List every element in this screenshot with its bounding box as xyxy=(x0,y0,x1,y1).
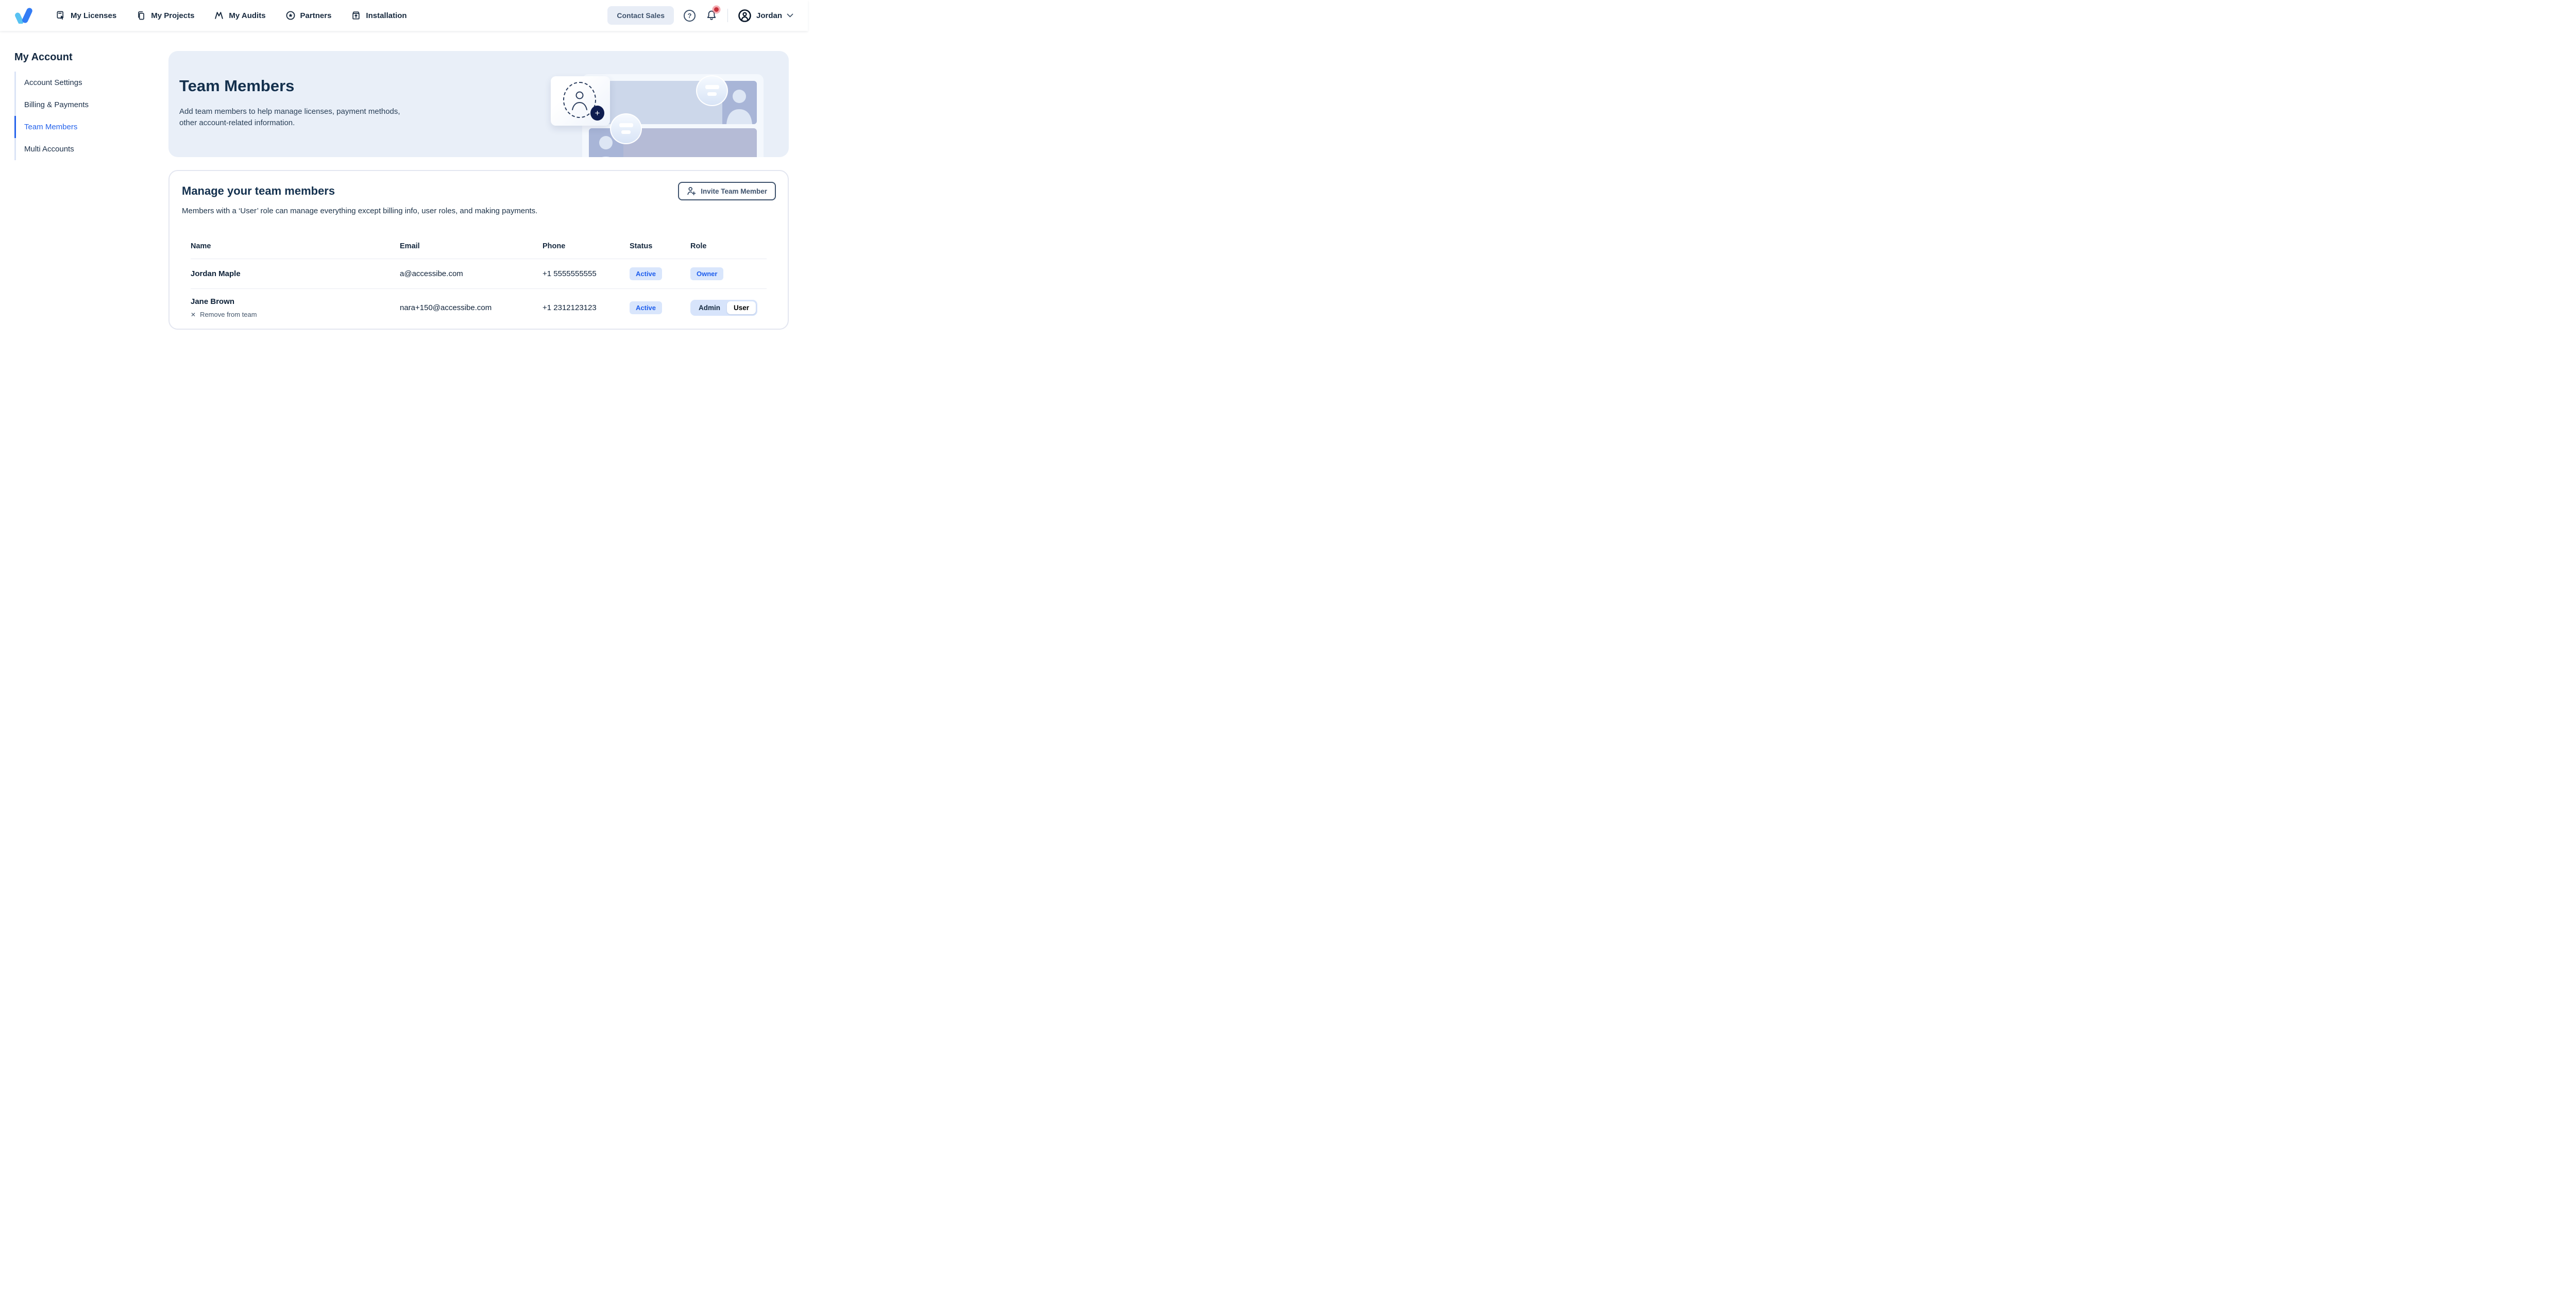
table-header-row: Name Email Phone Status Role xyxy=(191,242,767,259)
banner-title: Team Members xyxy=(179,77,294,95)
col-header-name: Name xyxy=(191,242,400,250)
sidebar-item-multi-accounts[interactable]: Multi Accounts xyxy=(14,138,149,160)
col-header-email: Email xyxy=(400,242,543,250)
nav-item-my-licenses[interactable]: My Licenses xyxy=(56,10,116,21)
nav-right-cluster: Contact Sales ? Jordan xyxy=(607,6,793,25)
audits-icon xyxy=(214,10,224,21)
projects-icon xyxy=(136,10,146,21)
nav-divider xyxy=(727,9,728,22)
user-menu[interactable]: Jordan xyxy=(738,9,793,23)
invite-button-label: Invite Team Member xyxy=(701,188,767,195)
help-button[interactable]: ? xyxy=(684,10,696,22)
sidebar-item-team-members[interactable]: Team Members xyxy=(14,116,149,138)
member-email: a@accessibe.com xyxy=(400,269,543,278)
manage-subtitle: Members with a ‘User’ role can manage ev… xyxy=(182,207,775,215)
help-icon: ? xyxy=(684,10,696,22)
main-content: Team Members Add team members to help ma… xyxy=(168,51,789,330)
role-badge: Owner xyxy=(690,267,723,280)
banner-description: Add team members to help manage licenses… xyxy=(179,106,412,129)
remove-link-label: Remove from team xyxy=(200,311,257,318)
notification-dot xyxy=(714,7,719,12)
member-name: Jane Brown xyxy=(191,297,400,306)
member-phone: +1 2312123123 xyxy=(543,303,630,312)
nav-item-label: Partners xyxy=(300,11,332,20)
nav-item-my-projects[interactable]: My Projects xyxy=(136,10,194,21)
nav-item-label: Installation xyxy=(366,11,406,20)
account-sidebar: My Account Account Settings Billing & Pa… xyxy=(14,49,149,160)
close-icon: ✕ xyxy=(191,311,196,318)
team-members-table: Name Email Phone Status Role Jordan Mapl… xyxy=(191,242,767,327)
primary-nav: My Licenses My Projects My Audits xyxy=(56,10,407,21)
chevron-down-icon xyxy=(787,13,793,18)
speech-bubble-icon xyxy=(610,113,642,144)
avatar-icon xyxy=(738,9,752,23)
licenses-icon xyxy=(56,10,66,21)
member-phone: +1 5555555555 xyxy=(543,269,630,278)
contact-sales-button[interactable]: Contact Sales xyxy=(607,6,674,25)
sidebar-item-billing-payments[interactable]: Billing & Payments xyxy=(14,94,149,116)
sidebar-item-account-settings[interactable]: Account Settings xyxy=(14,72,149,94)
member-name: Jordan Maple xyxy=(191,269,400,278)
account-sidebar-nav: Account Settings Billing & Payments Team… xyxy=(14,72,149,160)
role-toggle: Admin User xyxy=(690,300,757,316)
page-title: My Account xyxy=(14,49,149,63)
user-name: Jordan xyxy=(756,11,782,20)
nav-item-label: My Audits xyxy=(229,11,265,20)
manage-team-card: Manage your team members Members with a … xyxy=(168,170,789,330)
status-badge: Active xyxy=(630,301,662,314)
invite-team-member-button[interactable]: Invite Team Member xyxy=(678,182,776,200)
col-header-status: Status xyxy=(630,242,690,250)
nav-item-installation[interactable]: Installation xyxy=(351,10,406,21)
nav-item-partners[interactable]: Partners xyxy=(285,10,332,21)
add-member-card: + xyxy=(551,76,610,126)
table-row: Jordan Maple a@accessibe.com +1 55555555… xyxy=(191,259,767,289)
role-option-user[interactable]: User xyxy=(727,301,756,314)
add-plus-icon: + xyxy=(590,106,604,121)
nav-item-my-audits[interactable]: My Audits xyxy=(214,10,265,21)
notifications-button[interactable] xyxy=(705,9,718,22)
table-row: Jane Brown ✕ Remove from team nara+150@a… xyxy=(191,289,767,327)
team-members-banner: Team Members Add team members to help ma… xyxy=(168,51,789,157)
remove-from-team-link[interactable]: ✕ Remove from team xyxy=(191,311,400,318)
partners-icon xyxy=(285,10,296,21)
top-nav: My Licenses My Projects My Audits xyxy=(0,0,808,31)
person-plus-icon xyxy=(687,186,696,196)
installation-icon xyxy=(351,10,361,21)
col-header-phone: Phone xyxy=(543,242,630,250)
role-option-admin[interactable]: Admin xyxy=(692,301,727,314)
nav-item-label: My Licenses xyxy=(71,11,116,20)
member-email: nara+150@accessibe.com xyxy=(400,303,543,312)
status-badge: Active xyxy=(630,267,662,280)
col-header-role: Role xyxy=(690,242,767,250)
accessibe-logo-icon[interactable] xyxy=(14,7,33,24)
nav-item-label: My Projects xyxy=(151,11,194,20)
speech-bubble-icon xyxy=(696,75,728,106)
